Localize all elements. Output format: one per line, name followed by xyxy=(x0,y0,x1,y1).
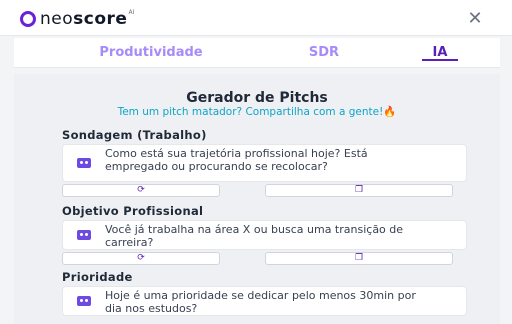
copy-button[interactable]: ❐ xyxy=(265,184,453,197)
share-link[interactable]: Tem um pitch matador? Compartilha com a … xyxy=(74,106,440,118)
section-label: Sondagem (Trabalho) xyxy=(62,128,207,142)
copy-icon: ❐ xyxy=(354,185,364,195)
refresh-icon: ⟳ xyxy=(137,253,145,263)
tab-produtividade[interactable]: Produtividade xyxy=(76,38,226,60)
question-card: Você já trabalha na área X ou busca uma … xyxy=(62,220,467,250)
robot-icon xyxy=(77,230,91,240)
question-card: Hoje é uma prioridade se dedicar pelo me… xyxy=(62,286,467,316)
question-text: Como está sua trajetória profissional ho… xyxy=(105,147,368,173)
regenerate-button[interactable]: ⟳ xyxy=(62,184,220,197)
robot-icon xyxy=(77,296,91,306)
tab-ia[interactable]: IA xyxy=(408,38,472,61)
question-text: Você já trabalha na área X ou busca uma … xyxy=(105,223,404,249)
app-header: neoscore AI ✕ xyxy=(0,0,512,36)
neoscore-logo: neoscore AI xyxy=(20,9,134,29)
page-title: Gerador de Pitchs xyxy=(186,90,328,106)
question-text: Hoje é uma prioridade se dedicar pelo me… xyxy=(105,289,416,315)
logo-ring-icon xyxy=(20,11,36,27)
question-card: Como está sua trajetória profissional ho… xyxy=(62,144,467,182)
tab-bar: Produtividade SDR IA xyxy=(14,38,500,68)
regenerate-button[interactable]: ⟳ xyxy=(62,252,220,265)
logo-ai-badge: AI xyxy=(128,8,135,16)
section-label: Objetivo Profissional xyxy=(62,204,204,218)
close-icon[interactable]: ✕ xyxy=(465,8,485,29)
copy-icon: ❐ xyxy=(354,253,364,263)
robot-icon xyxy=(77,158,91,168)
refresh-icon: ⟳ xyxy=(137,185,145,195)
section-label: Prioridade xyxy=(62,270,133,284)
pitch-generator-panel: Gerador de Pitchs Tem um pitch matador? … xyxy=(14,74,500,324)
tab-sdr[interactable]: SDR xyxy=(294,38,354,60)
copy-button[interactable]: ❐ xyxy=(265,252,453,265)
logo-text: neoscore xyxy=(40,9,128,29)
